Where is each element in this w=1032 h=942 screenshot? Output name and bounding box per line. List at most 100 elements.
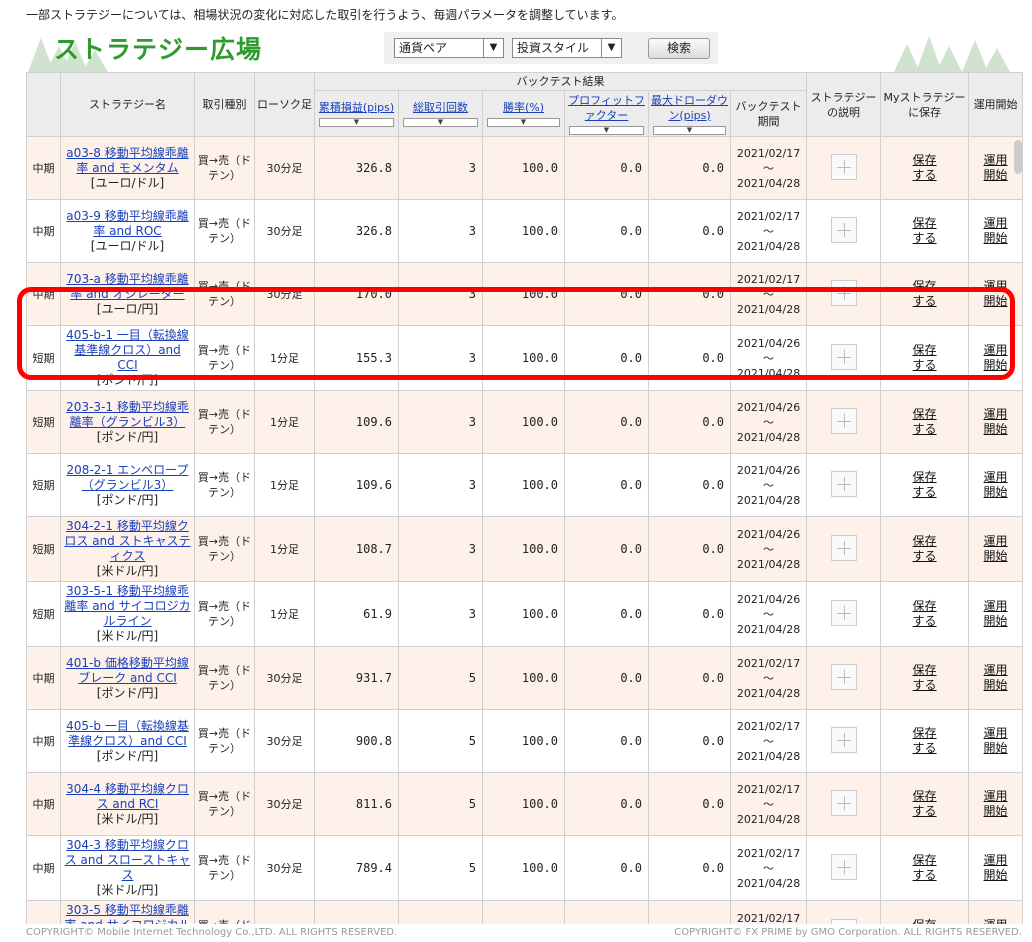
period-sep: ～ [763, 161, 775, 175]
profit-cell: 931.7 [314, 646, 399, 710]
win-rate-cell: 100.0 [482, 325, 565, 391]
max-drawdown-cell: 0.0 [648, 772, 731, 836]
profit-factor-cell: 0.0 [564, 390, 649, 454]
sort-winrate-dropdown[interactable]: ▼ [487, 118, 560, 127]
currency-pair: [米ドル/円] [96, 629, 159, 643]
expand-description-icon[interactable] [830, 279, 857, 306]
currency-pair: [米ドル/円] [96, 564, 159, 578]
save-strategy-link[interactable]: 保存する [911, 534, 939, 564]
expand-description-icon[interactable] [830, 407, 857, 434]
strategy-link[interactable]: 304-4 移動平均線クロス and RCI [66, 782, 189, 811]
start-strategy-link[interactable]: 運用開始 [982, 153, 1010, 183]
strategy-link[interactable]: a03-9 移動平均線乖離率 and ROC [66, 209, 188, 238]
save-strategy-link[interactable]: 保存する [911, 279, 939, 309]
expand-description-icon[interactable] [830, 726, 857, 753]
strategy-link[interactable]: 203-3-1 移動平均線乖離率（グランビル3） [66, 400, 189, 429]
term-cell: 中期 [26, 199, 61, 263]
profit-cell: 326.8 [314, 136, 399, 200]
period-cell: 2021/04/26 ～ 2021/04/28 [729, 453, 808, 517]
strategy-link[interactable]: 703-a 移動平均線乖離率 and オシレーター [66, 272, 188, 301]
term-cell: 短期 [26, 581, 61, 647]
strategy-link[interactable]: 208-2-1 エンベロープ（グランビル3） [67, 463, 189, 492]
style-select[interactable]: 投資スタイル ▼ [512, 38, 622, 58]
expand-description-icon[interactable] [830, 853, 857, 880]
start-strategy-link[interactable]: 運用開始 [982, 789, 1010, 819]
save-strategy-link[interactable]: 保存する [911, 343, 939, 373]
expand-description-icon[interactable] [830, 216, 857, 243]
sort-pf-dropdown[interactable]: ▼ [569, 125, 644, 135]
table-row: 中期 a03-9 移動平均線乖離率 and ROC [ユーロ/ドル] 買→売（ドテン）… [26, 199, 1024, 263]
start-cell: 運用開始 [968, 325, 1024, 391]
start-cell: 運用開始 [968, 262, 1024, 326]
search-button[interactable]: 検索 [648, 38, 710, 59]
strategy-link[interactable]: 303-5-1 移動平均線乖離率 and サイコロジカルライン [64, 584, 190, 628]
expand-description-icon[interactable] [830, 153, 857, 180]
save-strategy-link[interactable]: 保存する [911, 153, 939, 183]
currency-select[interactable]: 通貨ペア ▼ [394, 38, 504, 58]
save-strategy-link[interactable]: 保存する [911, 470, 939, 500]
term-cell: 中期 [26, 835, 61, 901]
save-cell: 保存する [880, 199, 970, 263]
period-sep: ～ [763, 287, 775, 301]
expand-description-icon[interactable] [830, 789, 857, 816]
save-strategy-link[interactable]: 保存する [911, 789, 939, 819]
start-strategy-link[interactable]: 運用開始 [982, 470, 1010, 500]
start-strategy-link[interactable]: 運用開始 [982, 599, 1010, 629]
period-from: 2021/02/17 [736, 846, 801, 860]
term-cell: 中期 [26, 772, 61, 836]
expand-description-icon[interactable] [830, 343, 857, 370]
start-strategy-link[interactable]: 運用開始 [982, 726, 1010, 756]
period-cell: 2021/02/17～2021/04/28 [729, 772, 808, 836]
sort-pf-link[interactable]: プロフィットファクター [566, 93, 647, 123]
candle-cell: 30分足 [254, 199, 315, 263]
save-strategy-link[interactable]: 保存する [911, 599, 939, 629]
sort-dd-dropdown[interactable]: ▼ [653, 125, 726, 135]
strategy-link[interactable]: 405-b-1 一目（転換線基準線クロス）and CCI [66, 328, 189, 372]
expand-description-icon[interactable] [830, 534, 857, 561]
sort-dd-link[interactable]: 最大ドローダウン(pips) [650, 93, 729, 123]
strategy-link[interactable]: 304-3 移動平均線クロス and スローストキャス [65, 838, 191, 882]
header-win-rate: 勝率(%) ▼ [482, 90, 565, 137]
scrollbar-thumb[interactable] [1014, 140, 1022, 174]
expand-description-icon[interactable] [830, 663, 857, 690]
period-sep: ～ [763, 415, 775, 429]
start-strategy-link[interactable]: 運用開始 [982, 853, 1010, 883]
sort-trades-dropdown[interactable]: ▼ [403, 118, 478, 127]
strategy-link[interactable]: 401-b 価格移動平均線ブレーク and CCI [66, 656, 189, 685]
sort-profit-link[interactable]: 累積損益(pips) [316, 100, 397, 115]
strategy-link[interactable]: a03-8 移動平均線乖離率 and モメンタム [66, 146, 188, 175]
page-title: ストラテジー広場 [54, 35, 263, 64]
period-from: 2021/02/17 [736, 656, 801, 670]
expand-description-icon[interactable] [830, 599, 857, 626]
sort-profit-dropdown[interactable]: ▼ [319, 118, 394, 127]
strategy-link[interactable]: 304-2-1 移動平均線クロス and ストキャスティクス [64, 519, 190, 563]
start-cell: 運用開始 [968, 453, 1024, 517]
period-cell: 2021/04/26 ～ 2021/04/28 [729, 581, 808, 647]
profit-factor-cell: 0.0 [564, 835, 649, 901]
expand-description-icon[interactable] [830, 470, 857, 497]
start-strategy-link[interactable]: 運用開始 [982, 279, 1010, 309]
save-strategy-link[interactable]: 保存する [911, 407, 939, 437]
save-strategy-link[interactable]: 保存する [911, 726, 939, 756]
sort-trades-link[interactable]: 総取引回数 [400, 100, 481, 115]
start-strategy-link[interactable]: 運用開始 [982, 216, 1010, 246]
start-strategy-link[interactable]: 運用開始 [982, 663, 1010, 693]
save-strategy-link[interactable]: 保存する [911, 663, 939, 693]
sort-winrate-link[interactable]: 勝率(%) [484, 100, 563, 115]
win-rate-cell: 100.0 [482, 709, 565, 773]
period-to: 2021/04/28 [736, 876, 801, 890]
currency-pair: [ユーロ/円] [96, 301, 159, 316]
save-strategy-link[interactable]: 保存する [911, 853, 939, 883]
start-strategy-link[interactable]: 運用開始 [982, 407, 1010, 437]
chevron-down-icon: ▼ [483, 39, 503, 57]
period-sep: ～ [763, 671, 775, 685]
candle-cell: 1分足 [254, 516, 315, 582]
trades-cell: 5 [398, 835, 483, 901]
start-strategy-link[interactable]: 運用開始 [982, 534, 1010, 564]
save-strategy-link[interactable]: 保存する [911, 216, 939, 246]
max-drawdown-cell: 0.0 [648, 709, 731, 773]
strategy-link[interactable]: 405-b 一目（転換線基準線クロス）and CCI [66, 719, 189, 748]
term-cell: 短期 [26, 516, 61, 582]
start-strategy-link[interactable]: 運用開始 [982, 343, 1010, 373]
period-from: 2021/02/17 [736, 782, 801, 796]
